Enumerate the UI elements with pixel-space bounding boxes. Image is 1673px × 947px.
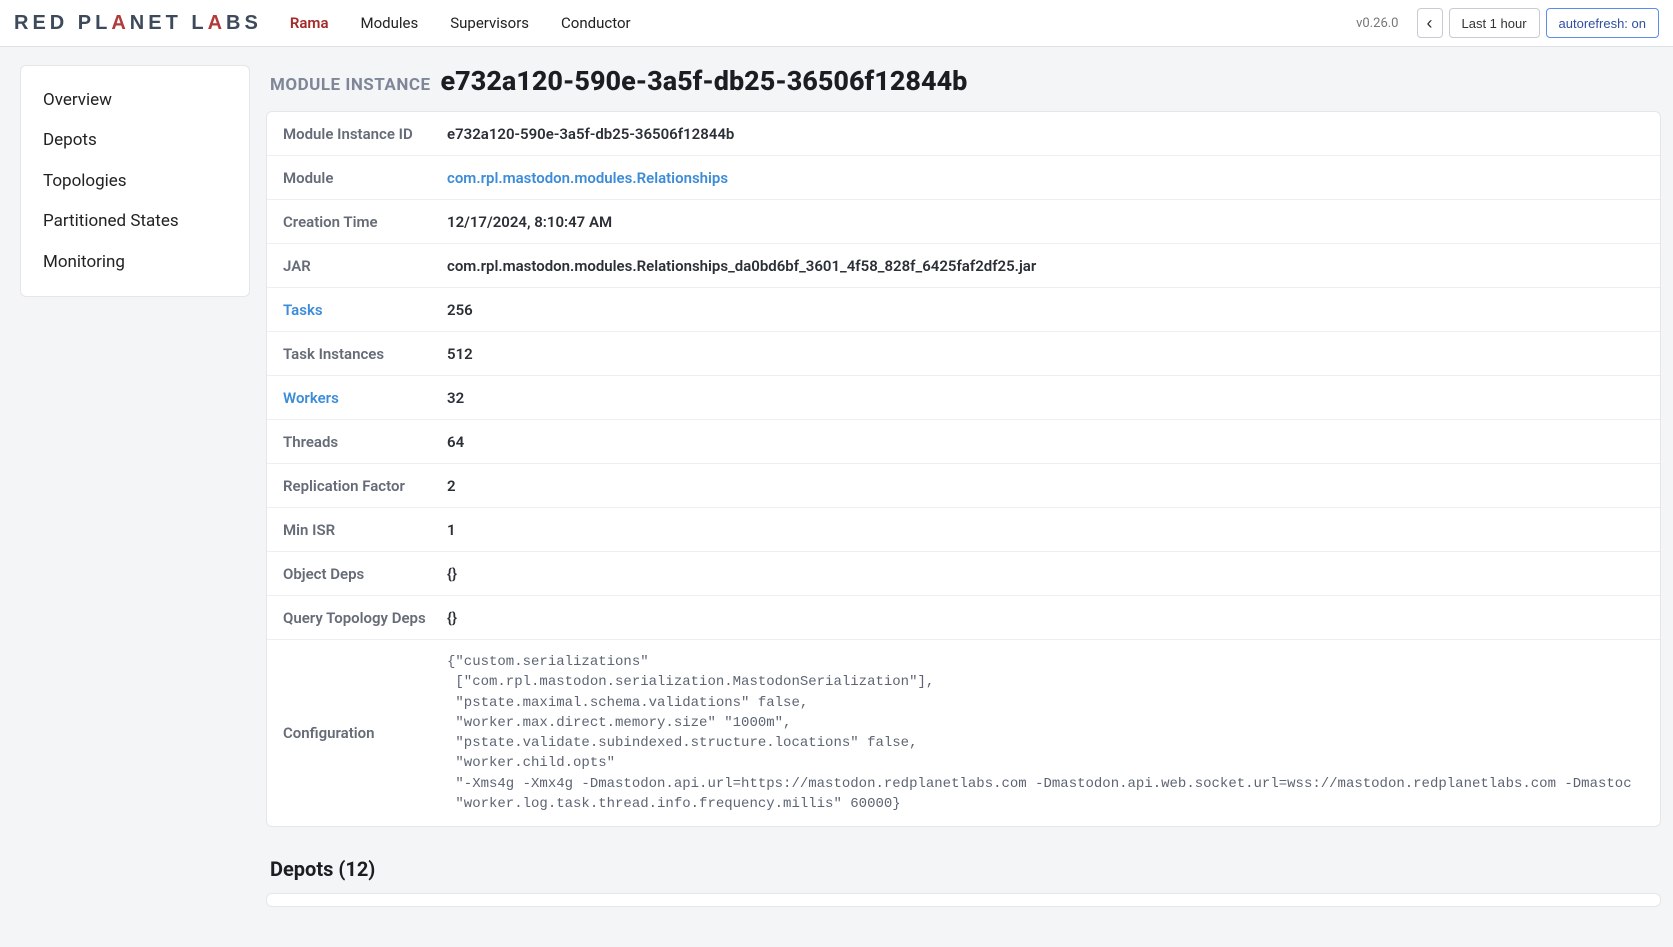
kv-jar: JAR com.rpl.mastodon.modules.Relationshi… bbox=[267, 244, 1660, 288]
kv-val: {} bbox=[447, 555, 1660, 593]
page-title-row: MODULE INSTANCE e732a120-590e-3a5f-db25-… bbox=[266, 65, 1661, 111]
version-label: v0.26.0 bbox=[1356, 16, 1398, 31]
kv-val: e732a120-590e-3a5f-db25-36506f12844b bbox=[447, 115, 1660, 153]
autorefresh-toggle[interactable]: autorefresh: on bbox=[1546, 8, 1659, 38]
kv-threads: Threads 64 bbox=[267, 420, 1660, 464]
configuration-text: {"custom.serializations" ["com.rpl.masto… bbox=[447, 640, 1660, 826]
kv-val: 2 bbox=[447, 467, 1660, 505]
sidebar-item-topologies[interactable]: Topologies bbox=[21, 161, 249, 201]
kv-val: 256 bbox=[447, 291, 1660, 329]
nav-conductor[interactable]: Conductor bbox=[561, 10, 631, 36]
kv-key: Module bbox=[267, 159, 447, 197]
kv-key: Object Deps bbox=[267, 555, 447, 593]
kv-tasks: Tasks 256 bbox=[267, 288, 1660, 332]
kv-module-instance-id: Module Instance ID e732a120-590e-3a5f-db… bbox=[267, 112, 1660, 156]
page-title: e732a120-590e-3a5f-db25-36506f12844b bbox=[441, 65, 968, 97]
kv-task-instances: Task Instances 512 bbox=[267, 332, 1660, 376]
kv-val: com.rpl.mastodon.modules.Relationships_d… bbox=[447, 247, 1660, 285]
time-range-button[interactable]: Last 1 hour bbox=[1449, 8, 1540, 38]
sidebar-item-partitioned-states[interactable]: Partitioned States bbox=[21, 201, 249, 241]
sidebar: Overview Depots Topologies Partitioned S… bbox=[20, 65, 250, 297]
main-content: MODULE INSTANCE e732a120-590e-3a5f-db25-… bbox=[266, 65, 1661, 907]
kv-key: Min ISR bbox=[267, 511, 447, 549]
kv-query-topology-deps: Query Topology Deps {} bbox=[267, 596, 1660, 640]
kv-min-isr: Min ISR 1 bbox=[267, 508, 1660, 552]
module-instance-card: Module Instance ID e732a120-590e-3a5f-db… bbox=[266, 111, 1661, 827]
kv-val: 1 bbox=[447, 511, 1660, 549]
sidebar-item-depots[interactable]: Depots bbox=[21, 120, 249, 160]
kv-val: 32 bbox=[447, 379, 1660, 417]
kv-val: 12/17/2024, 8:10:47 AM bbox=[447, 203, 1660, 241]
kv-key: Creation Time bbox=[267, 203, 447, 241]
kv-key: Replication Factor bbox=[267, 467, 447, 505]
nav-modules[interactable]: Modules bbox=[361, 10, 419, 36]
logo: RED PLANET LABS bbox=[14, 12, 262, 35]
nav-rama[interactable]: Rama bbox=[290, 10, 329, 36]
time-range-prev-button[interactable] bbox=[1417, 8, 1443, 38]
depots-card bbox=[266, 893, 1661, 907]
kv-val: {} bbox=[447, 599, 1660, 637]
kv-replication-factor: Replication Factor 2 bbox=[267, 464, 1660, 508]
kv-workers: Workers 32 bbox=[267, 376, 1660, 420]
nav-links: Rama Modules Supervisors Conductor bbox=[290, 10, 631, 36]
sidebar-item-monitoring[interactable]: Monitoring bbox=[21, 242, 249, 282]
sidebar-item-overview[interactable]: Overview bbox=[21, 80, 249, 120]
kv-creation-time: Creation Time 12/17/2024, 8:10:47 AM bbox=[267, 200, 1660, 244]
kv-val: 512 bbox=[447, 335, 1660, 373]
topbar: RED PLANET LABS Rama Modules Supervisors… bbox=[0, 0, 1673, 47]
tasks-link[interactable]: Tasks bbox=[267, 291, 447, 329]
kv-key: Threads bbox=[267, 423, 447, 461]
kv-object-deps: Object Deps {} bbox=[267, 552, 1660, 596]
module-link[interactable]: com.rpl.mastodon.modules.Relationships bbox=[447, 159, 1660, 197]
kv-key: Query Topology Deps bbox=[267, 599, 447, 637]
kv-val: 64 bbox=[447, 423, 1660, 461]
kv-module: Module com.rpl.mastodon.modules.Relation… bbox=[267, 156, 1660, 200]
kv-configuration: Configuration {"custom.serializations" [… bbox=[267, 640, 1660, 826]
workers-link[interactable]: Workers bbox=[267, 379, 447, 417]
kv-key: Task Instances bbox=[267, 335, 447, 373]
kv-key: Configuration bbox=[267, 714, 447, 752]
chevron-left-icon bbox=[1427, 14, 1433, 32]
depots-section-title: Depots (12) bbox=[270, 857, 1657, 881]
page-label: MODULE INSTANCE bbox=[270, 75, 431, 95]
nav-supervisors[interactable]: Supervisors bbox=[450, 10, 529, 36]
kv-key: JAR bbox=[267, 247, 447, 285]
kv-key: Module Instance ID bbox=[267, 115, 447, 153]
